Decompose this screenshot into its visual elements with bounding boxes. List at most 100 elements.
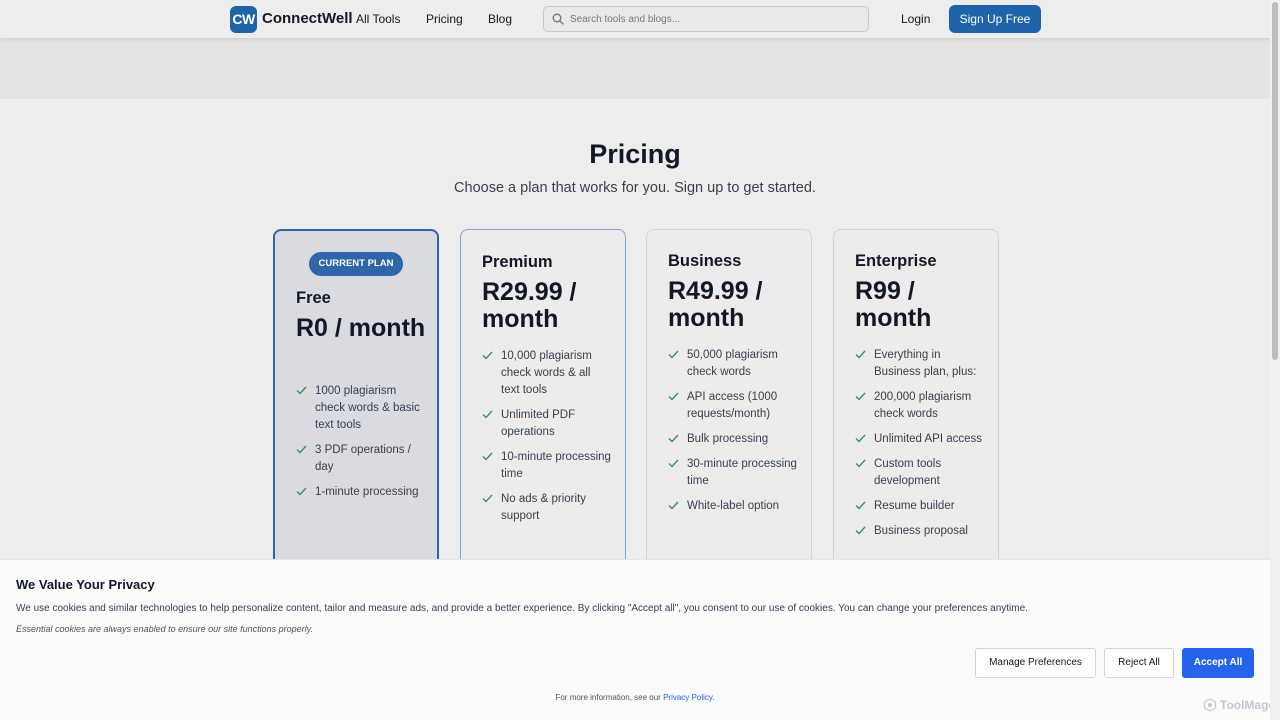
plan-name: Free <box>296 289 331 307</box>
privacy-policy-link[interactable]: Privacy Policy <box>663 693 712 702</box>
plan-name: Business <box>668 252 742 270</box>
reject-all-button[interactable]: Reject All <box>1104 648 1174 678</box>
feature-item: 10,000 plagiarism check words & all text… <box>482 348 612 399</box>
more-info-label: For more information, see our <box>555 693 661 702</box>
feature-item: No ads & priority support <box>482 491 612 525</box>
feature-list: 10,000 plagiarism check words & all text… <box>482 348 612 533</box>
feature-text: Everything in Business plan, plus: <box>874 349 977 378</box>
watermark-text: ToolMage <box>1220 698 1276 712</box>
feature-item: Bulk processing <box>668 431 798 448</box>
search-box[interactable] <box>543 6 869 32</box>
hero-band <box>0 39 1270 99</box>
feature-item: 1-minute processing <box>296 484 426 501</box>
plan-price: R0 / month <box>296 314 426 342</box>
feature-item: 50,000 plagiarism check words <box>668 347 798 381</box>
feature-text: 10,000 plagiarism check words & all text… <box>501 350 592 396</box>
feature-text: Bulk processing <box>687 433 769 445</box>
feature-text: Resume builder <box>874 500 955 512</box>
feature-item: Custom tools development <box>855 456 985 490</box>
plan-card-free[interactable]: CURRENT PLAN Free R0 / month 1000 plagia… <box>273 229 439 589</box>
feature-text: Unlimited API access <box>874 433 983 445</box>
plan-name: Enterprise <box>855 252 937 270</box>
feature-item: 200,000 plagiarism check words <box>855 389 985 423</box>
signup-button[interactable]: Sign Up Free <box>949 5 1041 33</box>
feature-list: 50,000 plagiarism check words API access… <box>668 347 798 523</box>
search-icon <box>552 13 564 25</box>
plan-card-business[interactable]: Business R49.99 / month 50,000 plagiaris… <box>646 229 812 589</box>
search-input[interactable] <box>570 10 860 28</box>
check-icon <box>855 434 866 443</box>
nav-all-tools[interactable]: All Tools <box>356 12 400 26</box>
logo-mark[interactable]: CW <box>230 6 257 33</box>
check-icon <box>855 350 866 359</box>
cookie-essential-note: Essential cookies are always enabled to … <box>16 624 313 634</box>
feature-list: Everything in Business plan, plus: 200,0… <box>855 347 985 548</box>
cookie-description: We use cookies and similar technologies … <box>16 603 1028 614</box>
feature-text: Custom tools development <box>874 458 942 487</box>
feature-item: Unlimited PDF operations <box>482 407 612 441</box>
check-icon <box>482 452 493 461</box>
check-icon <box>855 501 866 510</box>
check-icon <box>668 434 679 443</box>
current-plan-badge: CURRENT PLAN <box>309 252 403 276</box>
plan-price: R29.99 / month <box>482 278 577 333</box>
feature-text: 10-minute processing time <box>501 451 611 480</box>
feature-text: 50,000 plagiarism check words <box>687 349 778 378</box>
check-icon <box>855 526 866 535</box>
feature-item: 3 PDF operations / day <box>296 442 426 476</box>
cookie-title: We Value Your Privacy <box>16 577 155 592</box>
feature-item: Business proposal <box>855 523 985 540</box>
feature-text: API access (1000 requests/month) <box>687 391 778 420</box>
check-icon <box>668 392 679 401</box>
check-icon <box>296 487 307 496</box>
more-info-text: For more information, see our Privacy Po… <box>0 693 1270 702</box>
feature-item: API access (1000 requests/month) <box>668 389 798 423</box>
check-icon <box>668 501 679 510</box>
feature-item: White-label option <box>668 498 798 515</box>
accept-all-button[interactable]: Accept All <box>1182 648 1254 678</box>
plan-card-enterprise[interactable]: Enterprise R99 / month Everything in Bus… <box>833 229 999 589</box>
plan-name: Premium <box>482 253 553 271</box>
cookie-banner: We Value Your Privacy We use cookies and… <box>0 559 1270 720</box>
page-title: Pricing <box>589 139 681 169</box>
feature-item: Resume builder <box>855 498 985 515</box>
feature-text: No ads & priority support <box>501 493 587 522</box>
page-subtitle: Choose a plan that works for you. Sign u… <box>454 180 816 196</box>
feature-item: Unlimited API access <box>855 431 985 448</box>
check-icon <box>296 386 307 395</box>
plan-price: R49.99 / month <box>668 277 763 332</box>
feature-text: Business proposal <box>874 525 968 537</box>
feature-list: 1000 plagiarism check words & basic text… <box>296 383 426 509</box>
watermark: ToolMage <box>1203 698 1275 712</box>
check-icon <box>668 459 679 468</box>
manage-preferences-button[interactable]: Manage Preferences <box>975 648 1096 678</box>
check-icon <box>482 410 493 419</box>
feature-text: 1000 plagiarism check words & basic text… <box>315 385 420 431</box>
scrollbar-thumb[interactable] <box>1272 2 1278 360</box>
check-icon <box>296 445 307 454</box>
feature-item: 1000 plagiarism check words & basic text… <box>296 383 426 434</box>
check-icon <box>668 350 679 359</box>
more-info-period: . <box>712 693 715 702</box>
check-icon <box>855 392 866 401</box>
check-icon <box>482 351 493 360</box>
watermark-icon <box>1203 698 1217 712</box>
plan-card-premium[interactable]: Premium R29.99 / month 10,000 plagiarism… <box>460 229 626 589</box>
feature-text: 30-minute processing time <box>687 458 797 487</box>
feature-text: 200,000 plagiarism check words <box>874 391 972 420</box>
feature-text: 3 PDF operations / day <box>315 444 411 473</box>
plan-price: R99 / month <box>855 277 932 332</box>
nav-blog[interactable]: Blog <box>488 12 512 26</box>
brand-name[interactable]: ConnectWell <box>262 10 353 27</box>
check-icon <box>855 459 866 468</box>
feature-text: Unlimited PDF operations <box>501 409 576 438</box>
feature-item: Everything in Business plan, plus: <box>855 347 985 381</box>
login-link[interactable]: Login <box>901 12 930 26</box>
feature-text: White-label option <box>687 500 780 512</box>
feature-item: 30-minute processing time <box>668 456 798 490</box>
check-icon <box>482 494 493 503</box>
feature-item: 10-minute processing time <box>482 449 612 483</box>
site-header: CW ConnectWell All Tools Pricing Blog Lo… <box>0 0 1270 39</box>
nav-pricing[interactable]: Pricing <box>426 12 463 26</box>
scrollbar[interactable] <box>1270 0 1280 720</box>
